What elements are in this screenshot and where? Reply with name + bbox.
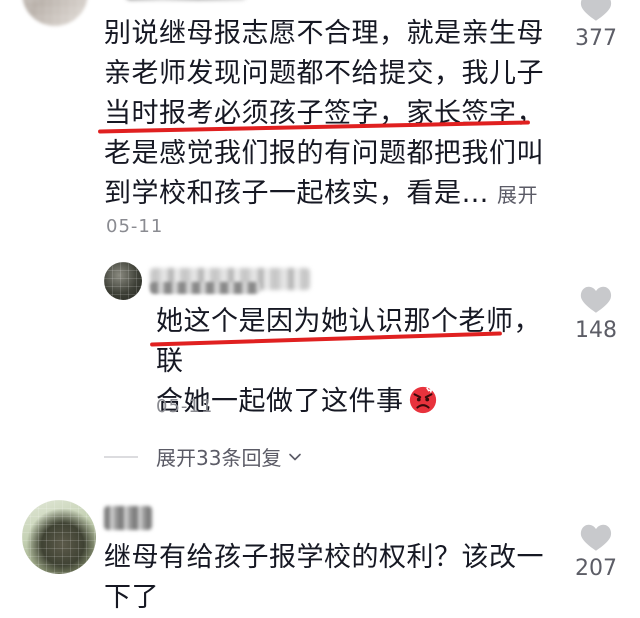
angry-face-icon bbox=[409, 386, 436, 414]
expand-replies-label: 展开33条回复 bbox=[156, 446, 282, 470]
username-blurred-overlay bbox=[150, 282, 260, 294]
expand-comment-link[interactable]: 展开 bbox=[497, 183, 538, 207]
like-button[interactable]: 377 bbox=[566, 0, 626, 51]
like-count: 377 bbox=[575, 26, 617, 51]
comment-line: 下了 bbox=[104, 582, 159, 613]
comment-text: 别说继母报志愿不合理，就是亲生母 亲老师发现问题都不给提交，我儿子 当时报考必须… bbox=[104, 14, 564, 215]
like-button[interactable]: 148 bbox=[566, 284, 626, 343]
comment-line-text: 到学校和孩子一起核实，看是… bbox=[104, 178, 489, 209]
avatar[interactable] bbox=[22, 500, 96, 574]
chevron-down-icon bbox=[289, 453, 302, 460]
comment-line: 别说继母报志愿不合理，就是亲生母 bbox=[104, 18, 544, 49]
expand-replies-button[interactable]: 展开33条回复 bbox=[156, 442, 303, 471]
comment-line: 亲老师发现问题都不给提交，我儿子 bbox=[104, 58, 544, 89]
like-button[interactable]: 207 bbox=[566, 522, 626, 581]
comment-line: 老是感觉我们报的有问题都把我们叫 bbox=[104, 138, 544, 169]
reply-divider bbox=[104, 456, 138, 458]
like-count: 207 bbox=[575, 556, 617, 581]
username-blurred[interactable] bbox=[104, 506, 152, 530]
reply-text: 她这个是因为她认识那个老师，联 合她一起做了这件事 bbox=[156, 302, 566, 422]
comment-date: 05-11 bbox=[156, 396, 214, 417]
comment-line: 合她一起做了这件事 bbox=[156, 382, 566, 422]
comment-text: 继母有给孩子报学校的权利？该改一 下了 bbox=[104, 538, 564, 618]
comment-line: 继母有给孩子报学校的权利？该改一 bbox=[104, 542, 544, 573]
avatar[interactable] bbox=[104, 262, 142, 300]
comment-line: 到学校和孩子一起核实，看是… 展开 bbox=[104, 174, 564, 215]
avatar[interactable] bbox=[22, 0, 88, 26]
heart-icon[interactable] bbox=[579, 522, 613, 552]
like-count: 148 bbox=[575, 318, 617, 343]
heart-icon[interactable] bbox=[579, 0, 613, 22]
comment-date: 05-11 bbox=[106, 216, 164, 237]
heart-icon[interactable] bbox=[579, 284, 613, 314]
